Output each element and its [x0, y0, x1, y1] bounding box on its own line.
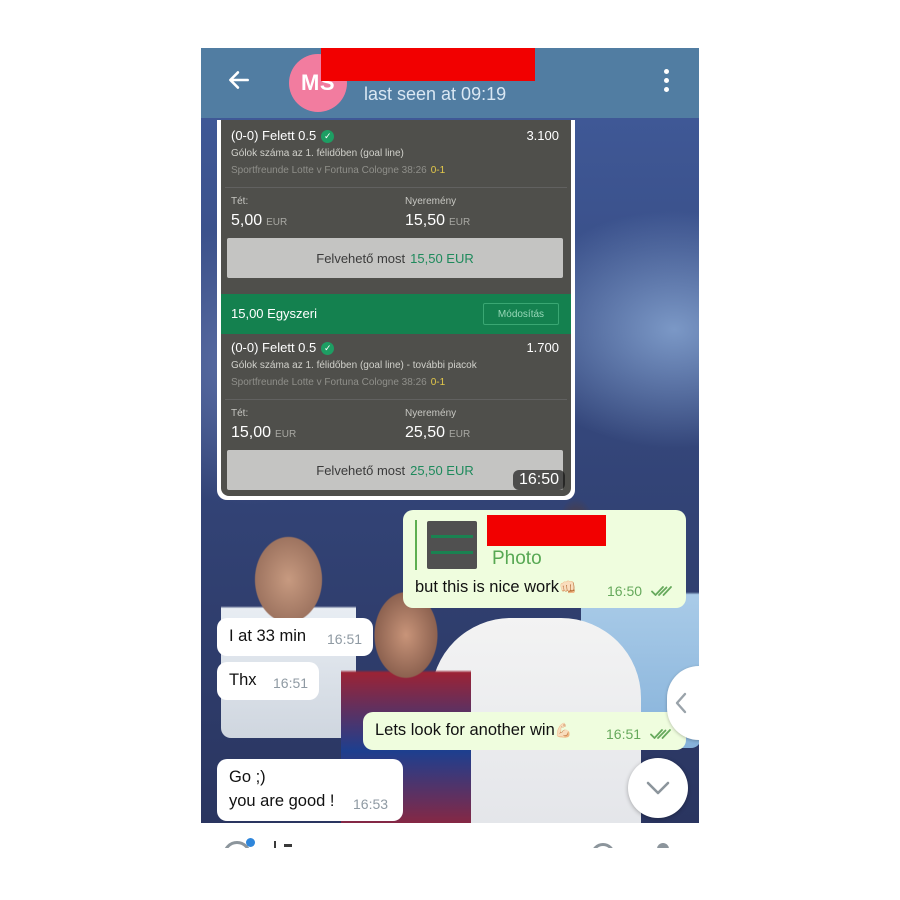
message-input-bar[interactable]: [201, 823, 699, 848]
arrow-left-icon: [229, 71, 249, 89]
more-menu-button[interactable]: [651, 62, 681, 98]
bet1-win-label: Nyeremény: [405, 196, 457, 207]
bet2-pick: (0-0) Felett 0.5 ✓: [231, 340, 335, 355]
bet1-pick: (0-0) Felett 0.5 ✓: [231, 128, 335, 143]
bet2-win: 25,50 EUR: [405, 424, 471, 441]
chevron-left-icon: [675, 692, 687, 714]
message-time: 16:53: [353, 796, 389, 812]
bet1-market: Gólok száma az 1. félidőben (goal line): [231, 148, 404, 159]
message-text: but this is nice work👊🏻: [415, 578, 577, 596]
back-button[interactable]: [223, 64, 255, 96]
flexed-biceps-emoji: 💪🏻: [554, 722, 573, 738]
bet2-header: 15,00 Egyszeri Módosítás: [221, 294, 571, 334]
notification-dot: [246, 838, 255, 847]
bet1-win: 15,50 EUR: [405, 212, 471, 229]
bet1-stake-label: Tét:: [231, 196, 249, 207]
bet1-odds: 3.100: [526, 128, 559, 143]
reply-label: Photo: [492, 548, 542, 569]
chat-header: MS last seen at 09:19: [201, 48, 699, 118]
incoming-message[interactable]: I at 33 min 16:51: [217, 618, 373, 656]
message-text: Thx: [229, 671, 257, 689]
check-icon: ✓: [321, 342, 335, 355]
message-time: 16:51: [273, 675, 309, 691]
image-message-time: 16:50: [512, 470, 565, 490]
message-text: Lets look for another win💪🏻: [375, 721, 573, 739]
chevron-down-icon: [646, 781, 670, 795]
bet-slip-screenshot: (0-0) Felett 0.5 ✓ 3.100 Gólok száma az 1…: [221, 120, 571, 496]
message-text-line2: you are good !: [229, 792, 335, 810]
mic-icon[interactable]: [657, 843, 669, 848]
scroll-down-button[interactable]: [628, 758, 688, 818]
double-check-icon: [650, 586, 672, 596]
bet2-odds: 1.700: [526, 340, 559, 355]
double-check-icon: [649, 729, 671, 739]
chat-screen: MS last seen at 09:19 (0-0) Felett 0.5 ✓ …: [201, 48, 699, 848]
bet1-match: Sportfreunde Lotte v Fortuna Cologne 38:…: [231, 165, 446, 176]
outgoing-message[interactable]: Lets look for another win💪🏻 16:51: [363, 712, 686, 750]
reply-quote-bar: [415, 520, 417, 570]
bet2-market: Gólok száma az 1. félidőben (goal line) …: [231, 360, 477, 371]
last-seen-status: last seen at 09:19: [364, 84, 507, 104]
outgoing-reply-message[interactable]: Photo but this is nice work👊🏻 16:50: [403, 510, 686, 608]
bet2-match: Sportfreunde Lotte v Fortuna Cologne 38:…: [231, 377, 446, 388]
more-vertical-icon: [663, 68, 669, 74]
incoming-message[interactable]: Thx 16:51: [217, 662, 319, 700]
message-time: 16:51: [327, 631, 363, 647]
bet2-win-label: Nyeremény: [405, 408, 457, 419]
reply-photo-thumbnail: [427, 521, 477, 569]
message-time: 16:50: [607, 582, 673, 601]
reply-sender-redaction: [487, 515, 606, 546]
bet1-stake: 5,00 EUR: [231, 212, 288, 229]
bet1-cashout-button: Felvehető most 15,50 EUR: [227, 238, 563, 278]
bet2-stake: 15,00 EUR: [231, 424, 297, 441]
incoming-message[interactable]: Go ;) you are good ! 16:53: [217, 759, 403, 821]
contact-name-redaction[interactable]: [321, 48, 535, 81]
divider: [225, 399, 567, 400]
message-time: 16:51: [606, 725, 672, 744]
fist-emoji: 👊🏻: [558, 579, 577, 595]
text-cursor: [274, 841, 276, 848]
bet2-stake-label: Tét:: [231, 408, 249, 419]
message-text: I at 33 min: [229, 627, 307, 645]
attach-icon[interactable]: [591, 843, 615, 848]
message-text-line1: Go ;): [229, 768, 266, 786]
check-icon: ✓: [321, 130, 335, 143]
modify-button: Módosítás: [483, 303, 559, 325]
image-message[interactable]: (0-0) Felett 0.5 ✓ 3.100 Gólok száma az 1…: [217, 120, 575, 500]
divider: [225, 187, 567, 188]
bet2-title: 15,00 Egyszeri: [231, 306, 317, 321]
